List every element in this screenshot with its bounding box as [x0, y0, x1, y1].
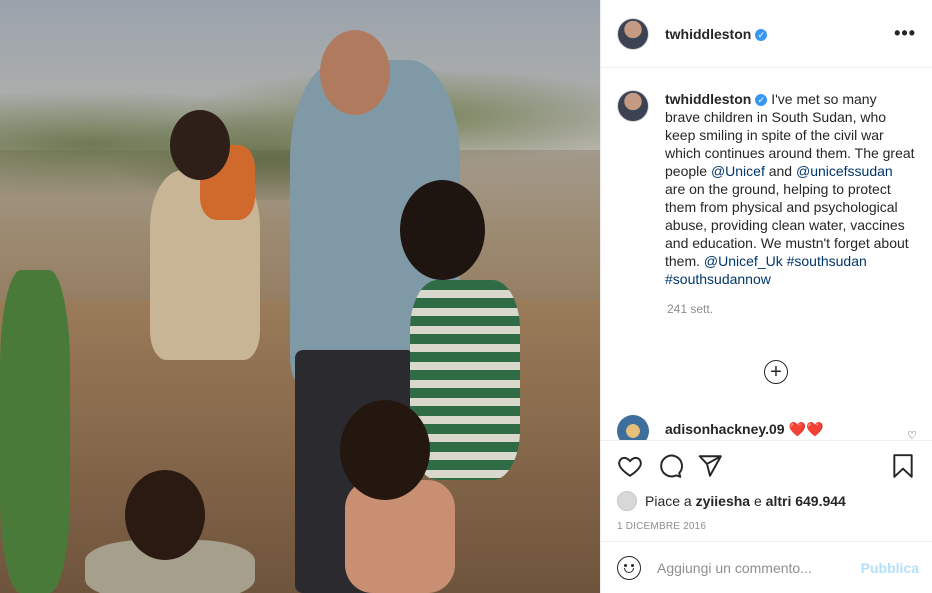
photo-kid-front-head [340, 400, 430, 500]
caption: twhiddleston ✓ I've met so many brave chi… [617, 90, 916, 288]
liker-username[interactable]: zyiiesha [696, 493, 750, 509]
post-actions: Piace a zyiiesha e altri 649.944 1 DICEM… [601, 440, 932, 540]
post-sidebar: twhiddleston ✓ ••• twhiddleston ✓ I've met… [600, 0, 932, 593]
photo-girl-head [170, 110, 230, 180]
comment-item: adisonhackney.09 ❤️❤️ ♡ [617, 415, 917, 440]
comment-input[interactable] [657, 559, 847, 576]
author-username-text[interactable]: twhiddleston [665, 26, 751, 42]
share-paper-plane-icon[interactable] [697, 453, 723, 479]
caption-username[interactable]: twhiddleston [665, 91, 751, 107]
post-header: twhiddleston ✓ ••• [601, 0, 932, 68]
commenter-username[interactable]: adisonhackney.09 [665, 421, 785, 437]
author-avatar[interactable] [617, 17, 649, 50]
like-heart-icon[interactable] [617, 453, 643, 479]
caption-verified-badge-icon: ✓ [755, 94, 768, 107]
liker-avatar[interactable] [617, 491, 637, 511]
caption-body-2: and [764, 163, 796, 179]
mention-unicef-link[interactable]: @Unicef [711, 163, 765, 179]
comment-like-heart-icon[interactable]: ♡ [907, 429, 917, 440]
add-comment-bar: Pubblica [601, 541, 932, 593]
hashtag-southsudan-link[interactable]: #southsudan [787, 253, 867, 269]
author-username[interactable]: twhiddleston ✓ [665, 26, 768, 42]
post-photo[interactable] [0, 0, 600, 593]
post-date[interactable]: 1 DICEMBRE 2016 [617, 521, 916, 532]
likes-summary: Piace a zyiiesha e altri 649.944 [617, 491, 916, 511]
hashtag-southsudannow-link[interactable]: #southsudannow [665, 271, 771, 287]
comment-body: adisonhackney.09 ❤️❤️ [665, 415, 823, 438]
likes-count[interactable]: altri 649.944 [766, 493, 846, 509]
mention-unicef-uk-link[interactable]: @Unicef_Uk [704, 253, 783, 269]
mention-unicefssudan-link[interactable]: @unicefssudan [796, 163, 893, 179]
caption-text: twhiddleston ✓ I've met so many brave chi… [665, 90, 915, 288]
photo-boy-head [400, 180, 485, 280]
comment-bubble-icon[interactable] [657, 453, 683, 479]
verified-badge-icon: ✓ [755, 28, 768, 41]
caption-time-ago[interactable]: 241 sett. [667, 302, 916, 316]
photo-baby-head [125, 470, 205, 560]
comment-text: ❤️❤️ [788, 421, 824, 437]
more-options-icon[interactable]: ••• [894, 23, 916, 44]
action-icons [617, 451, 916, 481]
caption-author-avatar[interactable] [617, 90, 649, 122]
comments-section: twhiddleston ✓ I've met so many brave chi… [601, 68, 932, 440]
emoji-smiley-icon[interactable] [617, 555, 641, 580]
load-more-comments-icon[interactable]: + [764, 360, 788, 384]
save-bookmark-icon[interactable] [890, 453, 916, 479]
photo-child-left [0, 270, 70, 593]
publish-button[interactable]: Pubblica [861, 560, 919, 576]
commenter-avatar[interactable] [617, 415, 649, 440]
likes-mid: e [753, 493, 762, 509]
photo-man-head [320, 30, 390, 115]
likes-prefix: Piace a [645, 493, 692, 509]
